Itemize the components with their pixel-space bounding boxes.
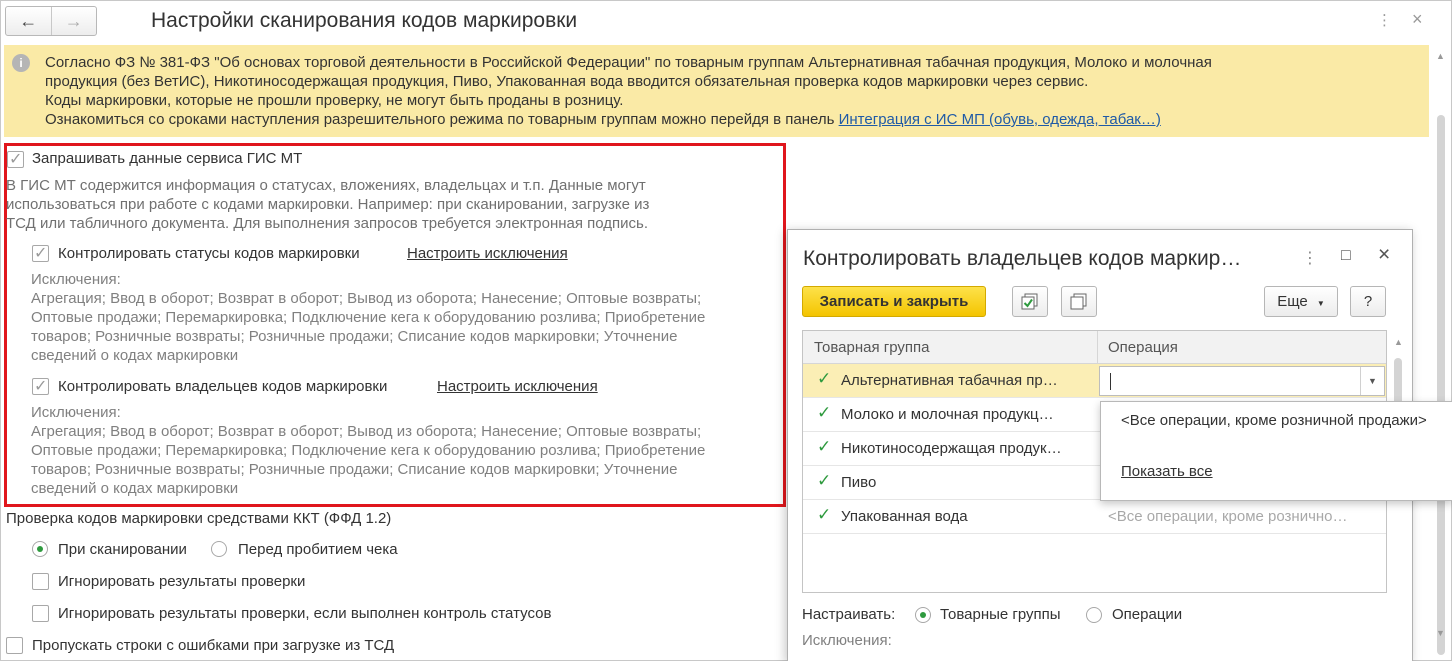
app-window: ← → Настройки сканирования кодов маркиро…: [0, 0, 1452, 661]
skip-rows-label: Пропускать строки с ошибками при загрузк…: [32, 637, 395, 654]
option-all-except-retail[interactable]: <Все операции, кроме розничной продажи>: [1121, 412, 1427, 429]
dropdown-arrow-icon: ▼: [1316, 299, 1325, 308]
dialog-title: Контролировать владельцев кодов маркир…: [803, 247, 1242, 270]
gis-description: В ГИС МТ содержится информация о статуса…: [6, 177, 646, 194]
owners-exceptions-link[interactable]: Настроить исключения: [437, 378, 598, 395]
request-gis-label: Запрашивать данные сервиса ГИС МТ: [32, 150, 303, 167]
nav-buttons: ← →: [5, 6, 97, 36]
row-group-name: Никотиносодержащая продук…: [841, 440, 1062, 457]
owners-exceptions: сведений о кодах маркировки: [31, 480, 239, 497]
info-banner: i Согласно ФЗ № 381-ФЗ "Об основах торго…: [4, 45, 1429, 137]
banner-text: Ознакомиться со сроками наступления разр…: [45, 111, 839, 128]
kkt-section-title: Проверка кодов маркировки средствами ККТ…: [6, 510, 392, 527]
check-all-icon: [1021, 293, 1038, 310]
skip-rows-checkbox[interactable]: [6, 637, 23, 654]
check-icon: ✓: [817, 403, 832, 422]
column-operation[interactable]: Операция: [1108, 339, 1178, 356]
row-group-name: Упакованная вода: [841, 508, 968, 525]
check-all-button[interactable]: [1012, 286, 1048, 317]
radio-product-groups[interactable]: [915, 607, 931, 623]
operation-dropdown-popup: <Все операции, кроме розничной продажи> …: [1100, 401, 1452, 501]
control-owners-checkbox[interactable]: [32, 376, 49, 396]
control-owners-label: Контролировать владельцев кодов маркиров…: [58, 378, 388, 395]
dialog-more-icon[interactable]: ⋮: [1302, 248, 1318, 268]
table-row[interactable]: ✓ Альтернативная табачная пр… ▼: [803, 364, 1386, 398]
dialog-exceptions-label: Исключения:: [802, 632, 892, 649]
main-scrollbar[interactable]: ▲ ▼: [1433, 45, 1449, 657]
uncheck-all-icon: [1070, 293, 1087, 310]
status-exceptions: сведений о кодах маркировки: [31, 347, 239, 364]
forward-arrow-icon[interactable]: →: [50, 7, 97, 35]
dialog-close-icon[interactable]: ×: [1378, 243, 1390, 267]
show-all-link[interactable]: Показать все: [1121, 463, 1213, 480]
radio-on-scan[interactable]: [32, 541, 48, 557]
banner-line: продукция (без ВетИС), Никотиносодержаща…: [45, 73, 1089, 90]
integration-link[interactable]: Интеграция с ИС МП (обувь, одежда, табак…: [839, 111, 1161, 128]
scroll-thumb[interactable]: [1437, 115, 1445, 655]
dropdown-button-icon[interactable]: ▼: [1360, 367, 1384, 395]
table-row[interactable]: ✓ Упакованная вода <Все операции, кроме …: [803, 500, 1386, 534]
banner-line: Коды маркировки, которые не прошли прове…: [45, 92, 624, 109]
operation-input[interactable]: ▼: [1099, 366, 1385, 396]
back-arrow-icon[interactable]: ←: [6, 7, 51, 35]
control-status-checkbox[interactable]: [32, 243, 49, 263]
row-group-name: Молоко и молочная продукц…: [841, 406, 1054, 423]
row-group-name: Пиво: [841, 474, 877, 491]
status-exceptions-link[interactable]: Настроить исключения: [407, 245, 568, 262]
maximize-icon[interactable]: □: [1341, 247, 1351, 265]
more-actions-button[interactable]: Еще ▼: [1264, 286, 1338, 317]
radio-operations[interactable]: [1086, 607, 1102, 623]
status-exceptions: Оптовые продажи; Перемаркировка; Подключ…: [31, 309, 706, 326]
gis-description: ТСД или табличного документа. Для выполн…: [6, 215, 649, 232]
scroll-down-icon[interactable]: ▼: [1436, 628, 1445, 638]
request-gis-checkbox[interactable]: [7, 149, 24, 169]
table-header: Товарная группа Операция: [803, 331, 1386, 364]
uncheck-all-button[interactable]: [1061, 286, 1097, 317]
gis-description: использоваться при работе с кодами марки…: [6, 196, 650, 213]
control-status-label: Контролировать статусы кодов маркировки: [58, 245, 360, 262]
status-exceptions: Агрегация; Ввод в оборот; Возврат в обор…: [31, 290, 702, 307]
status-exceptions: товаров; Розничные возвраты; Розничные п…: [31, 328, 678, 345]
ignore-if-status-checkbox[interactable]: [32, 605, 49, 622]
radio-before-receipt-label: Перед пробитием чека: [238, 541, 398, 558]
owners-exceptions: Оптовые продажи; Перемаркировка; Подключ…: [31, 442, 706, 459]
more-actions-label: Еще: [1277, 293, 1308, 310]
more-options-icon[interactable]: ⋮: [1377, 11, 1392, 29]
status-exceptions: Исключения:: [31, 271, 121, 288]
row-operation: <Все операции, кроме рознично…: [1108, 508, 1348, 525]
row-group-name: Альтернативная табачная пр…: [841, 372, 1058, 389]
owners-exceptions: Агрегация; Ввод в оборот; Возврат в обор…: [31, 423, 702, 440]
ignore-if-status-label: Игнорировать результаты проверки, если в…: [58, 605, 552, 622]
column-product-group[interactable]: Товарная группа: [814, 339, 929, 356]
check-icon: ✓: [817, 369, 832, 388]
text-caret: [1110, 373, 1111, 390]
info-icon: i: [12, 54, 30, 72]
page-title: Настройки сканирования кодов маркировки: [151, 9, 578, 32]
banner-line-last: Ознакомиться со сроками наступления разр…: [45, 111, 1161, 128]
table-scroll-up-icon[interactable]: ▲: [1394, 337, 1403, 347]
owners-exceptions: Исключения:: [31, 404, 121, 421]
close-icon[interactable]: ×: [1412, 9, 1423, 30]
radio-product-groups-label: Товарные группы: [940, 606, 1061, 623]
check-icon: ✓: [817, 505, 832, 524]
help-button[interactable]: ?: [1350, 286, 1386, 317]
ignore-results-label: Игнорировать результаты проверки: [58, 573, 306, 590]
column-separator: [1097, 331, 1098, 364]
ignore-results-checkbox[interactable]: [32, 573, 49, 590]
radio-operations-label: Операции: [1112, 606, 1183, 623]
check-icon: ✓: [817, 437, 832, 456]
banner-line: Согласно ФЗ № 381-ФЗ "Об основах торгово…: [45, 54, 1212, 71]
radio-before-receipt[interactable]: [211, 541, 227, 557]
save-close-button[interactable]: Записать и закрыть: [802, 286, 986, 317]
owners-exceptions: товаров; Розничные возвраты; Розничные п…: [31, 461, 678, 478]
radio-on-scan-label: При сканировании: [58, 541, 187, 558]
check-icon: ✓: [817, 471, 832, 490]
scroll-up-icon[interactable]: ▲: [1436, 51, 1445, 61]
configure-label: Настраивать:: [802, 606, 896, 623]
